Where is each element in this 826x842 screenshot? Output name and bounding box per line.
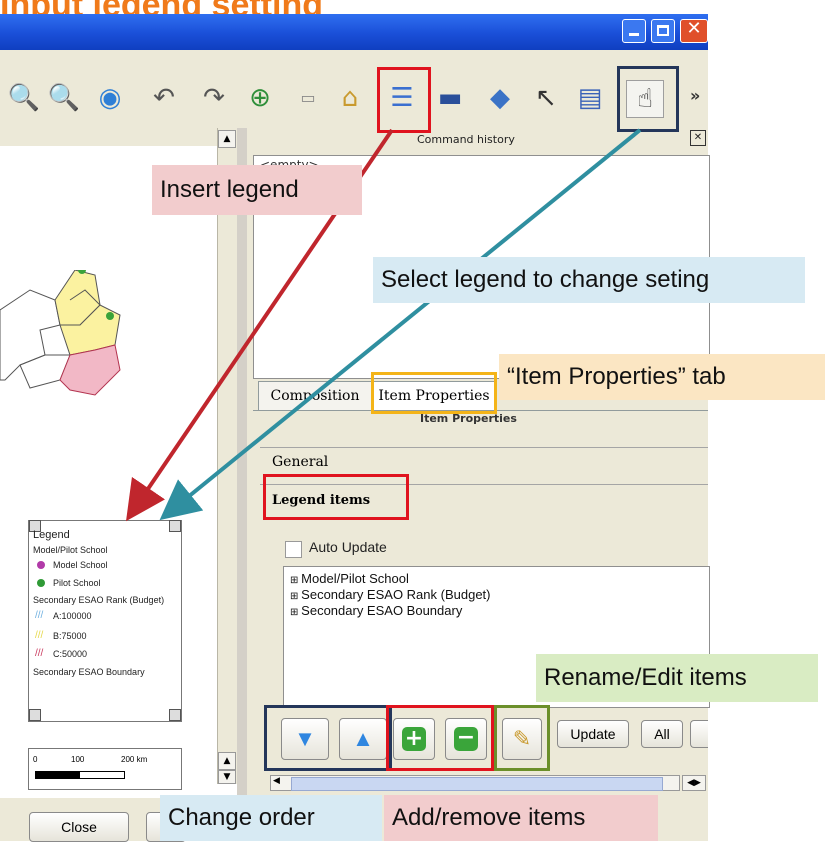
callout-change-order: Change order xyxy=(160,795,382,841)
callout-insert-legend: Insert legend xyxy=(152,165,362,215)
callout-add-remove: Add/remove items xyxy=(384,795,658,841)
callout-select-legend: Select legend to change seting xyxy=(373,257,805,303)
callout-item-properties-tab: “Item Properties” tab xyxy=(499,354,825,400)
callout-rename-edit: Rename/Edit items xyxy=(536,654,818,702)
annotation-arrows xyxy=(126,128,642,522)
